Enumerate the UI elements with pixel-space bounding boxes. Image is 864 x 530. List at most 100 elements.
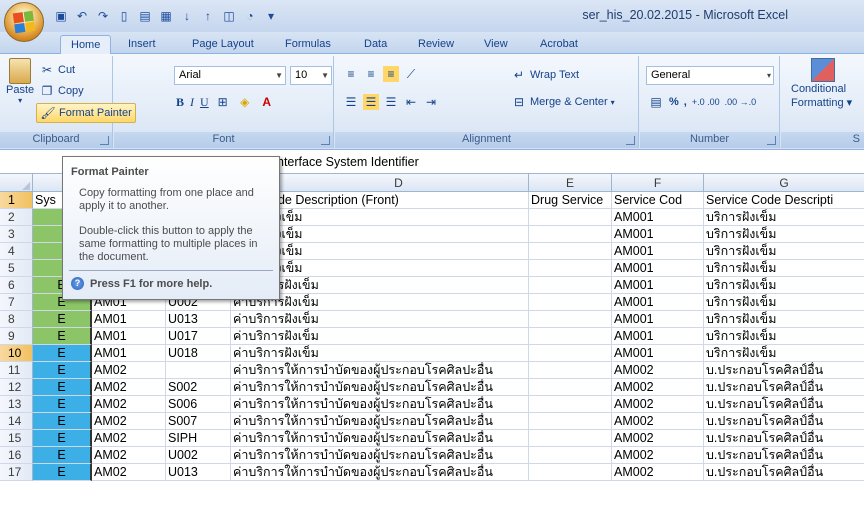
cell-e[interactable]: [529, 260, 612, 277]
cell-b[interactable]: AM02: [92, 430, 166, 447]
cell-b[interactable]: AM02: [92, 396, 166, 413]
cell-f[interactable]: AM002: [612, 379, 704, 396]
cell-f[interactable]: AM002: [612, 413, 704, 430]
cell-b[interactable]: AM02: [92, 379, 166, 396]
row-header[interactable]: 16: [0, 447, 33, 464]
cell-g[interactable]: บ.ประกอบโรคศิลป์อื่น: [704, 396, 864, 413]
cell-c[interactable]: SIPH: [166, 430, 231, 447]
cell-d[interactable]: ค่าบริการให้การบำบัดของผู้ประกอบโรคศิลปะ…: [231, 413, 529, 430]
tab-data[interactable]: Data: [364, 35, 387, 54]
cell-e[interactable]: [529, 243, 612, 260]
increase-indent-icon[interactable]: ⇥: [423, 94, 439, 110]
office-button[interactable]: [4, 2, 44, 42]
cell-g[interactable]: บริการฝังเข็ม: [704, 328, 864, 345]
alignment-dialog-launcher[interactable]: [626, 136, 635, 145]
cell-g[interactable]: บ.ประกอบโรคศิลป์อื่น: [704, 362, 864, 379]
cell-c[interactable]: U018: [166, 345, 231, 362]
fill-color-icon[interactable]: ◈: [237, 94, 253, 110]
font-name-combo[interactable]: Arial ▼: [174, 66, 286, 85]
number-dialog-launcher[interactable]: [767, 136, 776, 145]
cell-c[interactable]: S002: [166, 379, 231, 396]
cell-a[interactable]: E: [33, 328, 92, 345]
row-header[interactable]: 13: [0, 396, 33, 413]
cell-g[interactable]: บริการฝังเข็ม: [704, 243, 864, 260]
cell-f[interactable]: AM001: [612, 328, 704, 345]
cell-f[interactable]: AM002: [612, 464, 704, 481]
cell-e[interactable]: [529, 345, 612, 362]
cell-f[interactable]: AM001: [612, 226, 704, 243]
align-middle-icon[interactable]: ≡: [363, 66, 379, 82]
cell-e[interactable]: [529, 396, 612, 413]
cell-b[interactable]: AM02: [92, 362, 166, 379]
font-dialog-launcher[interactable]: [321, 136, 330, 145]
conditional-formatting-button[interactable]: Conditional Formatting ▾: [791, 58, 852, 109]
cell-g[interactable]: บริการฝังเข็ม: [704, 260, 864, 277]
row-header[interactable]: 8: [0, 311, 33, 328]
row-header[interactable]: 5: [0, 260, 33, 277]
cell-c[interactable]: U002: [166, 447, 231, 464]
select-all-corner[interactable]: [0, 174, 33, 192]
column-header-e[interactable]: E: [529, 174, 612, 192]
row-header[interactable]: 17: [0, 464, 33, 481]
row-header[interactable]: 12: [0, 379, 33, 396]
cell-g[interactable]: บริการฝังเข็ม: [704, 277, 864, 294]
cell-a[interactable]: E: [33, 464, 92, 481]
cell-g[interactable]: บ.ประกอบโรคศิลป์อื่น: [704, 464, 864, 481]
number-format-combo[interactable]: General ▾: [646, 66, 774, 85]
tab-insert[interactable]: Insert: [128, 35, 156, 54]
cell-d[interactable]: ค่าบริการให้การบำบัดของผู้ประกอบโรคศิลปะ…: [231, 379, 529, 396]
cell-b[interactable]: AM02: [92, 413, 166, 430]
cell-b[interactable]: AM02: [92, 447, 166, 464]
tab-formulas[interactable]: Formulas: [285, 35, 331, 54]
cell-e[interactable]: [529, 294, 612, 311]
row-header[interactable]: 14: [0, 413, 33, 430]
cell-f[interactable]: AM001: [612, 209, 704, 226]
cell-b[interactable]: AM02: [92, 464, 166, 481]
cell-b[interactable]: AM01: [92, 311, 166, 328]
row-header[interactable]: 15: [0, 430, 33, 447]
row-header[interactable]: 3: [0, 226, 33, 243]
cell-d[interactable]: ค่าบริการให้การบำบัดของผู้ประกอบโรคศิลปะ…: [231, 447, 529, 464]
row-header[interactable]: 6: [0, 277, 33, 294]
cell-e[interactable]: [529, 277, 612, 294]
align-top-icon[interactable]: ≡: [343, 66, 359, 82]
orientation-icon[interactable]: ⟋: [403, 66, 419, 82]
decrease-decimal-button[interactable]: .00 →.0: [725, 97, 757, 107]
cell-f[interactable]: AM001: [612, 311, 704, 328]
cell-a[interactable]: E: [33, 430, 92, 447]
cell-a[interactable]: E: [33, 447, 92, 464]
cell-f[interactable]: AM002: [612, 447, 704, 464]
cell-d1[interactable]: ode Description (Front): [269, 192, 529, 209]
cell-f[interactable]: AM002: [612, 362, 704, 379]
cell-d[interactable]: ค่าบริการฝังเข็ม: [231, 311, 529, 328]
cell-d[interactable]: ค่าบริการฝังเข็ม: [231, 345, 529, 362]
tab-acrobat[interactable]: Acrobat: [540, 35, 578, 54]
copy-button[interactable]: ❐ Copy: [39, 83, 84, 99]
cell-f[interactable]: AM002: [612, 430, 704, 447]
cell-e[interactable]: [529, 447, 612, 464]
cell-f[interactable]: AM002: [612, 396, 704, 413]
cell-e[interactable]: [529, 379, 612, 396]
column-header-d[interactable]: D: [269, 174, 529, 192]
cell-g[interactable]: บริการฝังเข็ม: [704, 311, 864, 328]
cell-a[interactable]: E: [33, 413, 92, 430]
cell-g1[interactable]: Service Code Descripti: [704, 192, 864, 209]
cell-f[interactable]: AM001: [612, 294, 704, 311]
cell-g[interactable]: บ.ประกอบโรคศิลป์อื่น: [704, 447, 864, 464]
align-center-icon[interactable]: ☰: [363, 94, 379, 110]
merge-center-button[interactable]: ⊟ Merge & Center ▾: [511, 94, 615, 110]
tab-page-layout[interactable]: Page Layout: [192, 35, 254, 54]
currency-icon[interactable]: ▤: [648, 94, 664, 110]
cell-e[interactable]: [529, 464, 612, 481]
cell-d[interactable]: ค่าบริการฝังเข็ม: [231, 328, 529, 345]
tab-review[interactable]: Review: [418, 35, 454, 54]
cell-c[interactable]: U017: [166, 328, 231, 345]
cell-d[interactable]: ค่าบริการให้การบำบัดของผู้ประกอบโรคศิลปะ…: [231, 430, 529, 447]
cell-c[interactable]: U013: [166, 464, 231, 481]
cell-a[interactable]: E: [33, 345, 92, 362]
cell-c[interactable]: S007: [166, 413, 231, 430]
cell-g[interactable]: บ.ประกอบโรคศิลป์อื่น: [704, 379, 864, 396]
cell-d[interactable]: ค่าบริการให้การบำบัดของผู้ประกอบโรคศิลปะ…: [231, 396, 529, 413]
row-header[interactable]: 10: [0, 345, 33, 362]
cell-a[interactable]: E: [33, 396, 92, 413]
